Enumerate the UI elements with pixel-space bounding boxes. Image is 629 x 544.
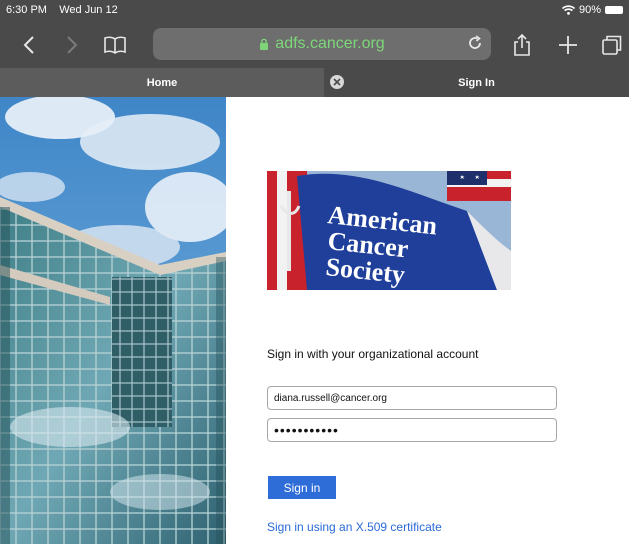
status-time-date: 6:30 PM Wed Jun 12 [6, 4, 118, 16]
close-icon [333, 78, 341, 86]
american-cancer-society-logo: American Cancer Society [267, 171, 511, 290]
battery-percent: 90% [578, 4, 601, 16]
chevron-left-icon [23, 36, 34, 54]
share-button[interactable] [507, 30, 537, 60]
status-bar: 6:30 PM Wed Jun 12 90% [0, 0, 629, 22]
reload-icon [469, 35, 481, 49]
reload-button[interactable] [467, 35, 483, 56]
building-image [0, 97, 226, 544]
tab-sign-in[interactable]: Sign In [324, 68, 629, 97]
email-field[interactable] [267, 386, 557, 410]
building-illustration [0, 97, 226, 544]
bookmarks-button[interactable] [100, 30, 130, 60]
tab-close-button[interactable] [330, 75, 344, 89]
lock-icon [260, 38, 269, 50]
browser-toolbar: adfs.cancer.org [0, 22, 629, 68]
logo-image: American Cancer Society [267, 171, 511, 290]
tab-sign-in-label: Sign In [458, 76, 495, 89]
forward-button[interactable] [57, 30, 87, 60]
tabs-overview-button[interactable] [597, 30, 627, 60]
battery-icon [605, 6, 623, 14]
tab-home-label: Home [146, 76, 178, 89]
wifi-icon [561, 5, 575, 15]
status-time: 6:30 PM [6, 4, 47, 16]
status-date: Wed Jun 12 [59, 4, 118, 16]
certificate-signin-link[interactable]: Sign in using an X.509 certificate [267, 520, 442, 534]
status-indicators: 90% [561, 4, 623, 16]
tab-home[interactable]: Home [0, 68, 324, 97]
book-icon [104, 36, 126, 54]
url-text: adfs.cancer.org [275, 35, 385, 52]
password-field[interactable] [267, 418, 557, 442]
tab-bar: Home Sign In [0, 68, 629, 97]
tabs-icon [602, 35, 622, 55]
signin-button[interactable]: Sign in [268, 476, 336, 499]
chevron-right-icon [67, 36, 78, 54]
back-button[interactable] [14, 30, 44, 60]
new-tab-button[interactable] [553, 30, 583, 60]
address-bar[interactable]: adfs.cancer.org [153, 28, 491, 60]
plus-icon [559, 36, 577, 54]
share-icon [514, 33, 530, 56]
signin-heading: Sign in with your organizational account [267, 347, 479, 361]
